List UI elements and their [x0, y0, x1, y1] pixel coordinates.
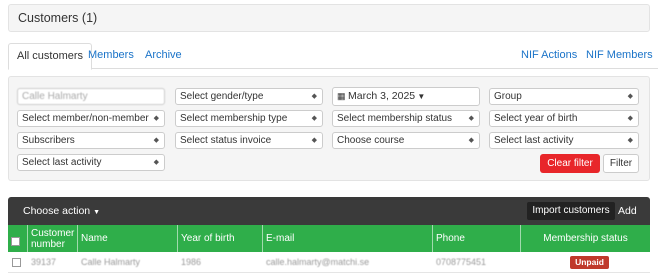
- tab-archive[interactable]: Archive: [145, 43, 182, 69]
- add-button[interactable]: Add: [618, 197, 637, 225]
- row-checkbox-cell: [12, 252, 21, 273]
- column-header-year-of-birth[interactable]: Year of birth: [177, 225, 262, 252]
- select-arrows-icon: ◆: [153, 137, 159, 144]
- status-invoice-label: Select status invoice: [180, 135, 272, 146]
- cell-name[interactable]: Calle Halmarty: [81, 252, 140, 273]
- tab-bar: All customers Members Archive NIF Action…: [8, 43, 658, 70]
- tab-members[interactable]: Members: [88, 43, 134, 69]
- course-select-label: Choose course: [337, 135, 405, 146]
- column-header-customer-number[interactable]: Customer number: [27, 225, 77, 252]
- name-search-value: Calle Halmarty: [22, 91, 88, 102]
- select-arrows-icon: ◆: [311, 137, 317, 144]
- filter-button[interactable]: Filter: [603, 154, 639, 173]
- cell-phone: 0708775451: [436, 257, 487, 267]
- date-picker-value: March 3, 2025: [348, 90, 416, 102]
- cell-customer-number: 39137: [31, 257, 57, 267]
- page-title: Customers (1): [18, 11, 98, 25]
- cell-email: calle.halmarty@matchi.se: [266, 257, 370, 267]
- calendar-icon: ▦: [337, 91, 349, 101]
- date-picker[interactable]: ▦ March 3, 2025 ▼: [332, 87, 480, 106]
- group-select-label: Group: [494, 91, 522, 102]
- membership-type-label: Select membership type: [180, 113, 288, 124]
- select-arrows-icon: ◆: [468, 137, 474, 144]
- tab-all-customers[interactable]: All customers: [8, 43, 93, 70]
- column-header-email[interactable]: E-mail: [262, 225, 432, 252]
- membership-type-select[interactable]: Select membership type ◆: [175, 110, 323, 127]
- select-arrows-icon: ◆: [153, 159, 159, 166]
- caret-down-icon: ▼: [415, 92, 426, 101]
- clear-filter-button[interactable]: Clear filter: [540, 154, 600, 173]
- row-checkbox[interactable]: [12, 258, 21, 267]
- gender-select[interactable]: Select gender/type ◆: [175, 88, 323, 105]
- column-header-membership-status[interactable]: Membership status: [520, 225, 650, 252]
- choose-action-label: Choose action: [23, 205, 91, 217]
- select-arrows-icon: ◆: [627, 115, 633, 122]
- select-all-checkbox[interactable]: [11, 237, 20, 246]
- select-arrows-icon: ◆: [153, 115, 159, 122]
- year-of-birth-select[interactable]: Select year of birth ◆: [489, 110, 639, 127]
- select-arrows-icon: ◆: [311, 93, 317, 100]
- select-arrows-icon: ◆: [627, 93, 633, 100]
- course-select[interactable]: Choose course ◆: [332, 132, 480, 149]
- subscribers-select[interactable]: Subscribers ◆: [17, 132, 165, 149]
- group-select[interactable]: Group ◆: [489, 88, 639, 105]
- table-header: Customer number Name Year of birth E-mai…: [8, 225, 650, 252]
- import-customers-button[interactable]: Import customers: [527, 202, 615, 220]
- page-title-bar: Customers (1): [8, 4, 650, 32]
- table-row[interactable]: 39137 Calle Halmarty 1986 calle.halmarty…: [8, 252, 650, 273]
- select-arrows-icon: ◆: [311, 115, 317, 122]
- tab-nif-members[interactable]: NIF Members: [586, 43, 653, 69]
- choose-action-dropdown[interactable]: Choose action ▼: [23, 197, 100, 227]
- last-activity-label-2: Select last activity: [22, 157, 102, 168]
- membership-status-select[interactable]: Select membership status ◆: [332, 110, 480, 127]
- tab-nif-actions[interactable]: NIF Actions: [521, 43, 577, 69]
- last-activity-select-2[interactable]: Select last activity ◆: [17, 154, 165, 171]
- membership-status-label: Select membership status: [337, 113, 453, 124]
- subscribers-label: Subscribers: [22, 135, 75, 146]
- last-activity-label: Select last activity: [494, 135, 574, 146]
- status-badge: Unpaid: [570, 256, 609, 269]
- year-of-birth-label: Select year of birth: [494, 113, 578, 124]
- status-invoice-select[interactable]: Select status invoice ◆: [175, 132, 323, 149]
- column-header-phone[interactable]: Phone: [432, 225, 520, 252]
- cell-year-of-birth: 1986: [181, 257, 202, 267]
- select-arrows-icon: ◆: [468, 115, 474, 122]
- name-search-input[interactable]: Calle Halmarty: [17, 88, 165, 105]
- member-select-label: Select member/non-member: [22, 113, 149, 124]
- last-activity-select[interactable]: Select last activity ◆: [489, 132, 639, 149]
- select-arrows-icon: ◆: [627, 137, 633, 144]
- gender-select-label: Select gender/type: [180, 91, 264, 102]
- column-header-name[interactable]: Name: [77, 225, 177, 252]
- member-select[interactable]: Select member/non-member ◆: [17, 110, 165, 127]
- action-bar: Choose action ▼ Import customers Add: [8, 197, 650, 225]
- select-all-cell: [11, 225, 27, 252]
- caret-down-icon: ▼: [93, 209, 100, 216]
